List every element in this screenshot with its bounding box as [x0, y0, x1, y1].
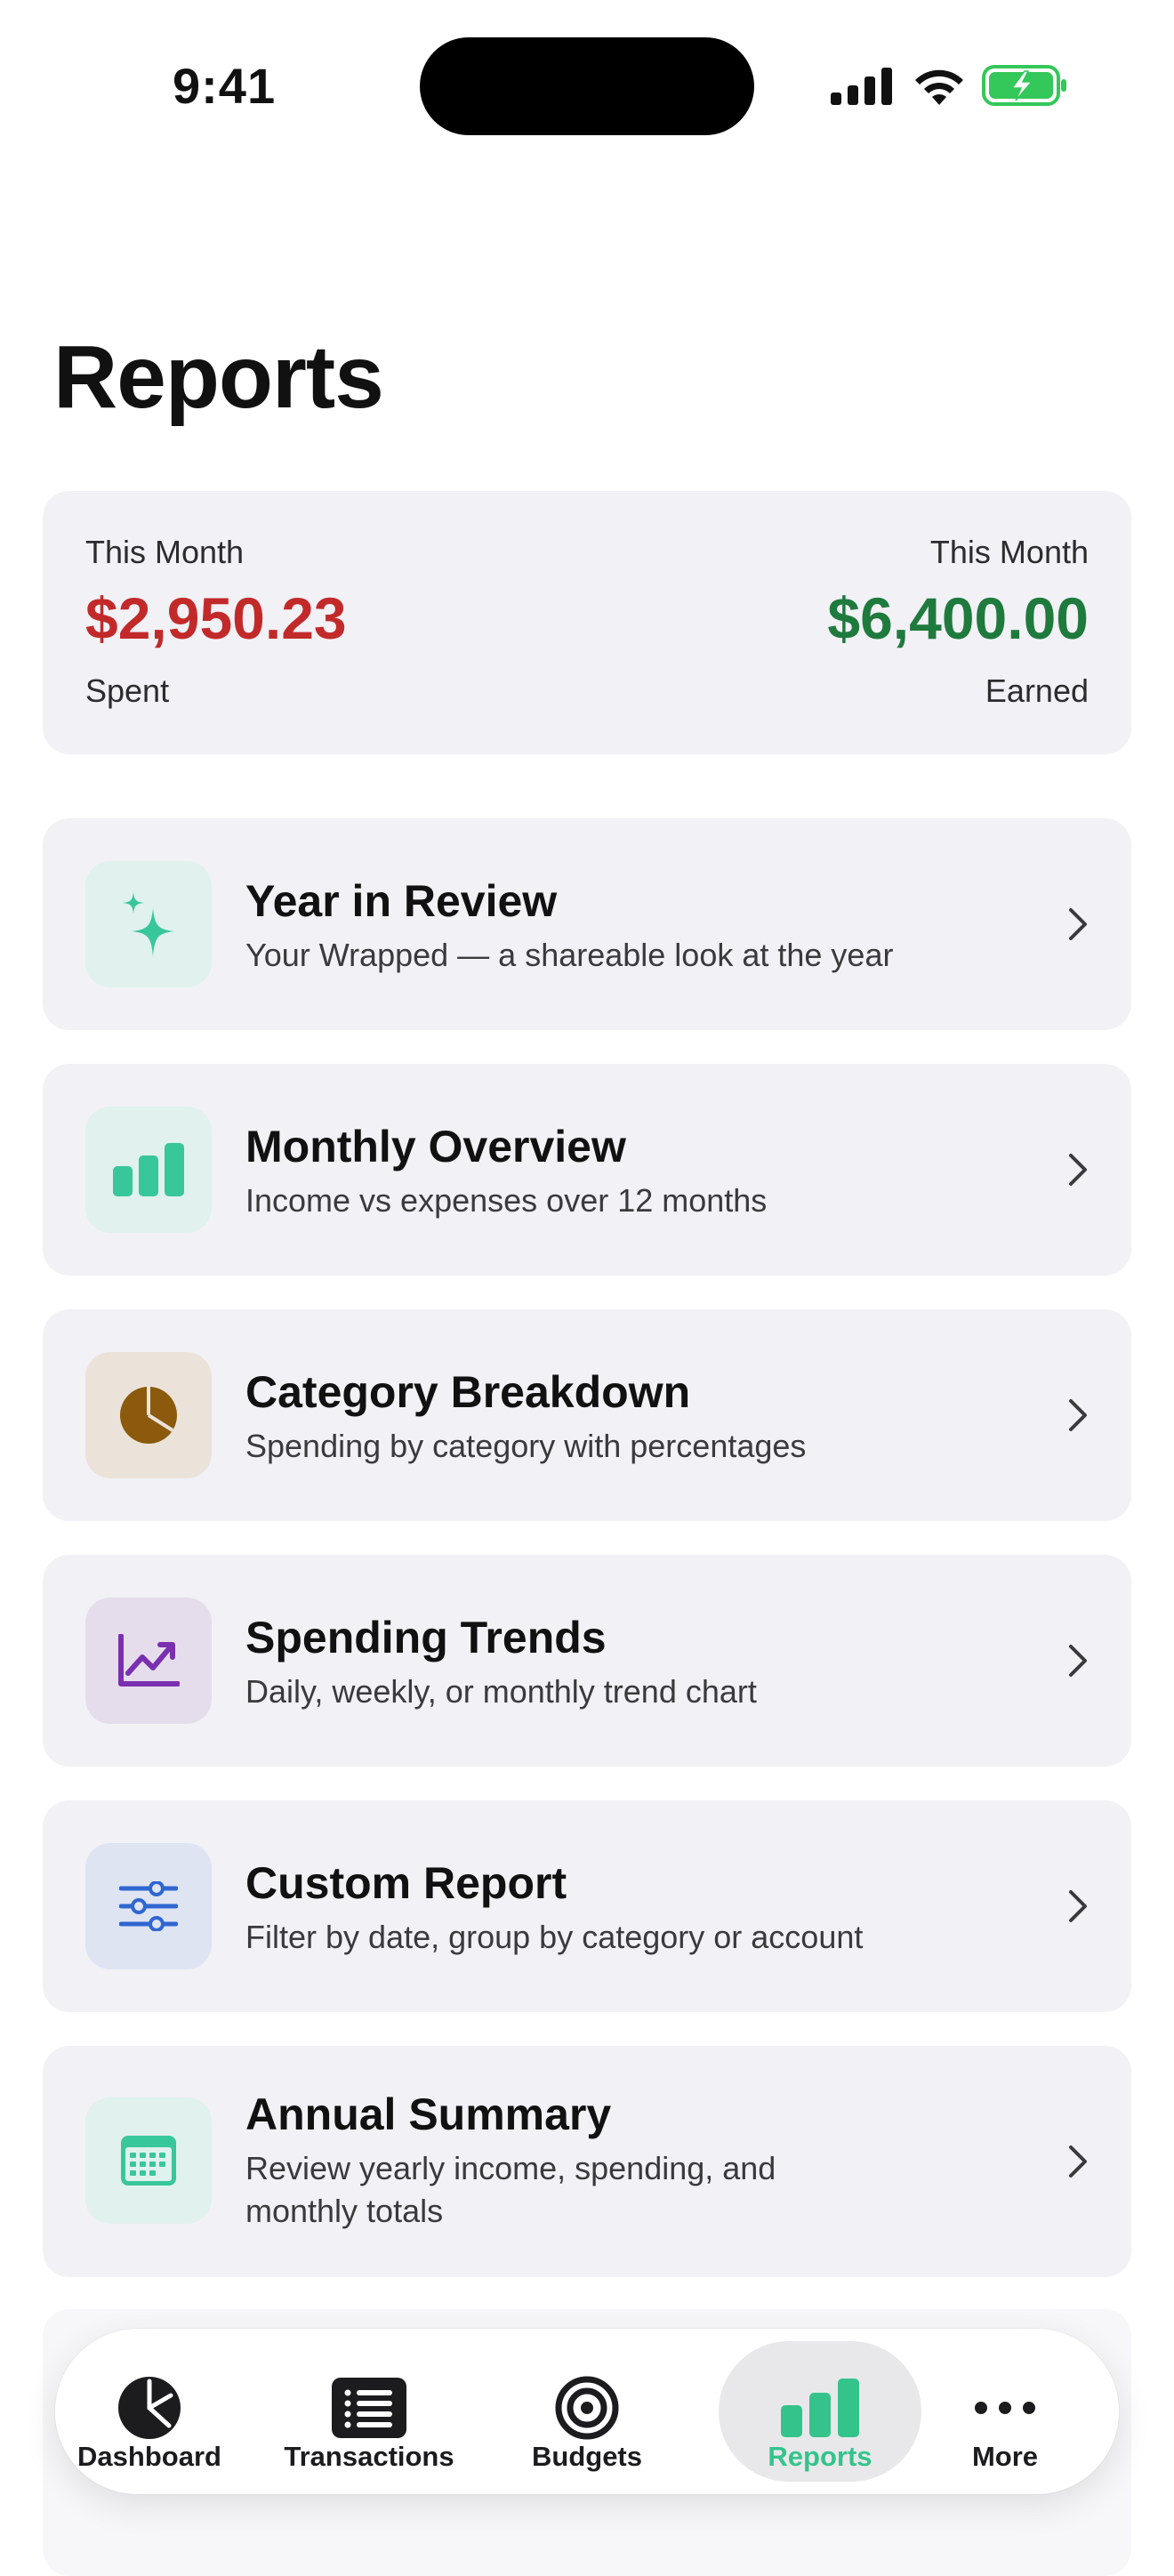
report-title: Category Breakdown [245, 1367, 691, 1417]
chevron-right-icon [1069, 1890, 1087, 1922]
report-row-custom-report[interactable]: Custom Report Filter by date, group by c… [43, 1800, 1131, 2012]
monthly-summary-card: This Month $2,950.23 Spent This Month $6… [43, 491, 1131, 754]
tab-more[interactable]: More [911, 2341, 1099, 2482]
report-row-spending-trends[interactable]: Spending Trends Daily, weekly, or monthl… [43, 1555, 1131, 1767]
earned-caption: Earned [985, 672, 1089, 709]
bar-chart-icon [719, 2375, 921, 2441]
dashboard-pie-icon [55, 2375, 244, 2441]
report-row-annual-summary[interactable]: Annual Summary Review yearly income, spe… [43, 2046, 1131, 2277]
calendar-icon [85, 2097, 212, 2224]
tab-dashboard[interactable]: Dashboard [55, 2341, 244, 2482]
report-subtitle: Your Wrapped — a shareable look at the y… [245, 937, 894, 973]
report-subtitle: Filter by date, group by category or acc… [245, 1919, 864, 1955]
report-row-monthly-overview[interactable]: Monthly Overview Income vs expenses over… [43, 1064, 1131, 1276]
report-row-year-in-review[interactable]: Year in Review Your Wrapped — a shareabl… [43, 818, 1131, 1030]
battery-charging-icon [982, 65, 1066, 106]
report-row-category-breakdown[interactable]: Category Breakdown Spending by category … [43, 1309, 1131, 1521]
report-title: Annual Summary [245, 2089, 612, 2139]
spent-summary: This Month $2,950.23 Spent [85, 532, 347, 712]
ellipsis-icon [911, 2375, 1099, 2441]
tab-label: Transactions [284, 2441, 454, 2472]
chevron-right-icon [1069, 1399, 1087, 1431]
spent-period-label: This Month [85, 534, 245, 570]
page-title: Reports [53, 327, 384, 427]
report-subtitle: Income vs expenses over 12 months [245, 1182, 768, 1219]
report-title: Custom Report [245, 1858, 567, 1908]
trend-chart-icon [85, 1598, 212, 1724]
sliders-icon [85, 1843, 212, 1969]
tab-transactions[interactable]: Transactions [275, 2341, 463, 2482]
pie-chart-icon [85, 1352, 212, 1478]
chevron-right-icon [1069, 908, 1087, 940]
report-subtitle: Daily, weekly, or monthly trend chart [245, 1673, 757, 1710]
report-subtitle: Spending by category with percentages [245, 1428, 807, 1464]
tab-reports[interactable]: Reports [719, 2341, 921, 2482]
tab-label: Budgets [532, 2441, 642, 2472]
tab-label: Dashboard [77, 2441, 221, 2472]
chevron-right-icon [1069, 1154, 1087, 1186]
status-icons [831, 64, 1066, 110]
dynamic-island [420, 37, 754, 135]
chevron-right-icon [1069, 1645, 1087, 1677]
target-icon [493, 2375, 681, 2441]
tab-bar: Dashboard Transactions Budgets Reports M… [55, 2329, 1119, 2494]
wifi-icon [915, 69, 963, 105]
report-subtitle: Review yearly income, spending, and mont… [245, 2150, 776, 2229]
spent-amount: $2,950.23 [85, 585, 347, 651]
tab-label: Reports [768, 2441, 872, 2472]
report-title: Monthly Overview [245, 1122, 626, 1171]
cellular-signal-icon [831, 68, 892, 105]
spent-caption: Spent [85, 672, 170, 709]
bar-chart-icon [85, 1107, 212, 1233]
sparkles-icon [85, 861, 212, 987]
tab-budgets[interactable]: Budgets [493, 2341, 681, 2482]
report-title: Spending Trends [245, 1613, 607, 1662]
list-icon [275, 2375, 463, 2441]
chevron-right-icon [1069, 2145, 1087, 2178]
report-title: Year in Review [245, 876, 558, 926]
report-list: Year in Review Your Wrapped — a shareabl… [43, 818, 1131, 2311]
earned-period-label: This Month [929, 534, 1089, 570]
earned-amount: $6,400.00 [827, 585, 1089, 651]
status-time: 9:41 [173, 58, 277, 114]
earned-summary: This Month $6,400.00 Earned [827, 532, 1089, 712]
tab-label: More [971, 2441, 1039, 2472]
